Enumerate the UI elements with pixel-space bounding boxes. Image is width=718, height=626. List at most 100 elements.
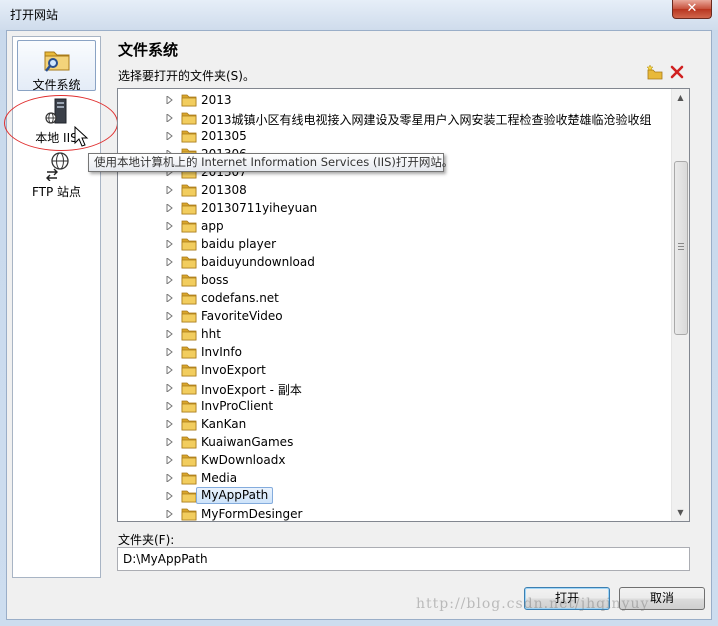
mouse-pointer-icon (74, 126, 89, 147)
folder-icon (181, 256, 197, 269)
expand-arrow-icon[interactable] (166, 276, 173, 284)
tree-row[interactable]: 201305 (118, 127, 678, 145)
folder-prompt-label: 选择要打开的文件夹(S)。 (118, 69, 255, 83)
tree-row[interactable]: KwDownloadx (118, 451, 678, 469)
folder-icon (181, 274, 197, 287)
tree-row[interactable]: MyFormDesinger (118, 505, 678, 521)
tree-row[interactable]: 2013 (118, 91, 678, 109)
folder-icon (181, 436, 197, 449)
expand-arrow-icon[interactable] (166, 96, 173, 104)
folder-icon (181, 310, 197, 323)
tree-row[interactable]: 201308 (118, 181, 678, 199)
expand-arrow-icon[interactable] (166, 384, 173, 392)
folder-icon (181, 112, 197, 125)
tree-row[interactable]: boss (118, 271, 678, 289)
expand-arrow-icon[interactable] (166, 492, 173, 500)
expand-arrow-icon[interactable] (166, 330, 173, 338)
expand-arrow-icon[interactable] (166, 474, 173, 482)
expand-arrow-icon[interactable] (166, 294, 173, 302)
folder-name: 2013城镇小区有线电视接入网建设及零星用户入网安装工程检查验收楚雄临沧验收组 (201, 113, 652, 127)
folder-name: InvInfo (201, 345, 242, 359)
title-bar: 打开网站 ✕ (0, 0, 718, 30)
folder-name: 201308 (201, 183, 247, 197)
folder-name: baidu player (201, 237, 277, 251)
tree-row[interactable]: Media (118, 469, 678, 487)
tree-row[interactable]: baiduyundownload (118, 253, 678, 271)
expand-arrow-icon[interactable] (166, 222, 173, 230)
expand-arrow-icon[interactable] (166, 366, 173, 374)
local-iis-tooltip: 使用本地计算机上的 Internet Information Services … (88, 153, 453, 172)
expand-arrow-icon[interactable] (166, 204, 173, 212)
tree-row[interactable]: hht (118, 325, 678, 343)
folder-name: hht (201, 327, 221, 341)
folder-icon (181, 490, 197, 503)
folder-icon (181, 184, 197, 197)
tree-row[interactable]: baidu player (118, 235, 678, 253)
tree-row[interactable]: InvProClient (118, 397, 678, 415)
expand-arrow-icon[interactable] (166, 186, 173, 194)
nav-item-file-system[interactable]: 文件系统 (17, 40, 96, 92)
folder-name: InvProClient (201, 399, 274, 413)
folder-name: KanKan (201, 417, 247, 431)
page-title: 文件系统 (118, 41, 179, 59)
folder-field-label: 文件夹(F): (118, 533, 175, 547)
tree-row[interactable]: MyAppPath (118, 487, 678, 505)
scroll-thumb[interactable] (674, 161, 688, 335)
tree-row[interactable]: FavoriteVideo (118, 307, 678, 325)
folder-search-icon (44, 51, 69, 72)
nav-label-file-system: 文件系统 (32, 78, 81, 92)
tree-row[interactable]: app (118, 217, 678, 235)
tree-row[interactable]: 2013城镇小区有线电视接入网建设及零星用户入网安装工程检查验收楚雄临沧验收组 (118, 109, 678, 127)
tree-row[interactable]: InvoExport - 副本 (118, 379, 678, 397)
folder-icon (181, 508, 197, 521)
folder-icon (181, 346, 197, 359)
expand-arrow-icon[interactable] (166, 348, 173, 356)
folder-name: MyAppPath (196, 487, 274, 504)
folder-name: InvoExport - 副本 (201, 383, 302, 397)
folder-icon (181, 292, 197, 305)
folder-icon (181, 400, 197, 413)
red-circle-annotation (4, 95, 118, 151)
folder-name: 201305 (201, 129, 247, 143)
folder-name: baiduyundownload (201, 255, 315, 269)
folder-icon (181, 94, 197, 107)
tree-row[interactable]: KuaiwanGames (118, 433, 678, 451)
expand-arrow-icon[interactable] (166, 114, 173, 122)
folder-icon (181, 364, 197, 377)
nav-item-ftp[interactable]: FTP 站点 (17, 149, 96, 199)
tree-row[interactable]: InvoExport (118, 361, 678, 379)
folder-path-input[interactable] (117, 547, 690, 571)
tree-row[interactable]: KanKan (118, 415, 678, 433)
nav-label-ftp: FTP 站点 (31, 185, 82, 199)
folder-icon (181, 382, 197, 395)
tree-row[interactable]: InvInfo (118, 343, 678, 361)
expand-arrow-icon[interactable] (166, 258, 173, 266)
folder-name: boss (201, 273, 229, 287)
expand-arrow-icon[interactable] (166, 132, 173, 140)
expand-arrow-icon[interactable] (166, 420, 173, 428)
window-close-button[interactable]: ✕ (672, 0, 712, 19)
folder-icon (181, 328, 197, 341)
expand-arrow-icon[interactable] (166, 312, 173, 320)
folder-name: KwDownloadx (201, 453, 286, 467)
folder-icon (181, 418, 197, 431)
folder-name: MyFormDesinger (201, 507, 303, 521)
tree-vertical-scrollbar[interactable]: ▲ ▼ (671, 89, 689, 521)
folder-name: KuaiwanGames (201, 435, 294, 449)
tree-row[interactable]: codefans.net (118, 289, 678, 307)
scroll-down-button[interactable]: ▼ (672, 504, 689, 521)
tree-row[interactable]: 20130711yiheyuan (118, 199, 678, 217)
expand-arrow-icon[interactable] (166, 456, 173, 464)
folder-icon (181, 130, 197, 143)
new-folder-icon[interactable] (646, 64, 664, 80)
folder-name: 2013 (201, 93, 232, 107)
delete-icon[interactable] (669, 64, 685, 80)
scroll-up-button[interactable]: ▲ (672, 89, 689, 106)
expand-arrow-icon[interactable] (166, 402, 173, 410)
expand-arrow-icon[interactable] (166, 240, 173, 248)
folder-name: 20130711yiheyuan (201, 201, 318, 215)
expand-arrow-icon[interactable] (166, 438, 173, 446)
expand-arrow-icon[interactable] (166, 510, 173, 518)
folder-icon (181, 202, 197, 215)
folder-name: Media (201, 471, 238, 485)
